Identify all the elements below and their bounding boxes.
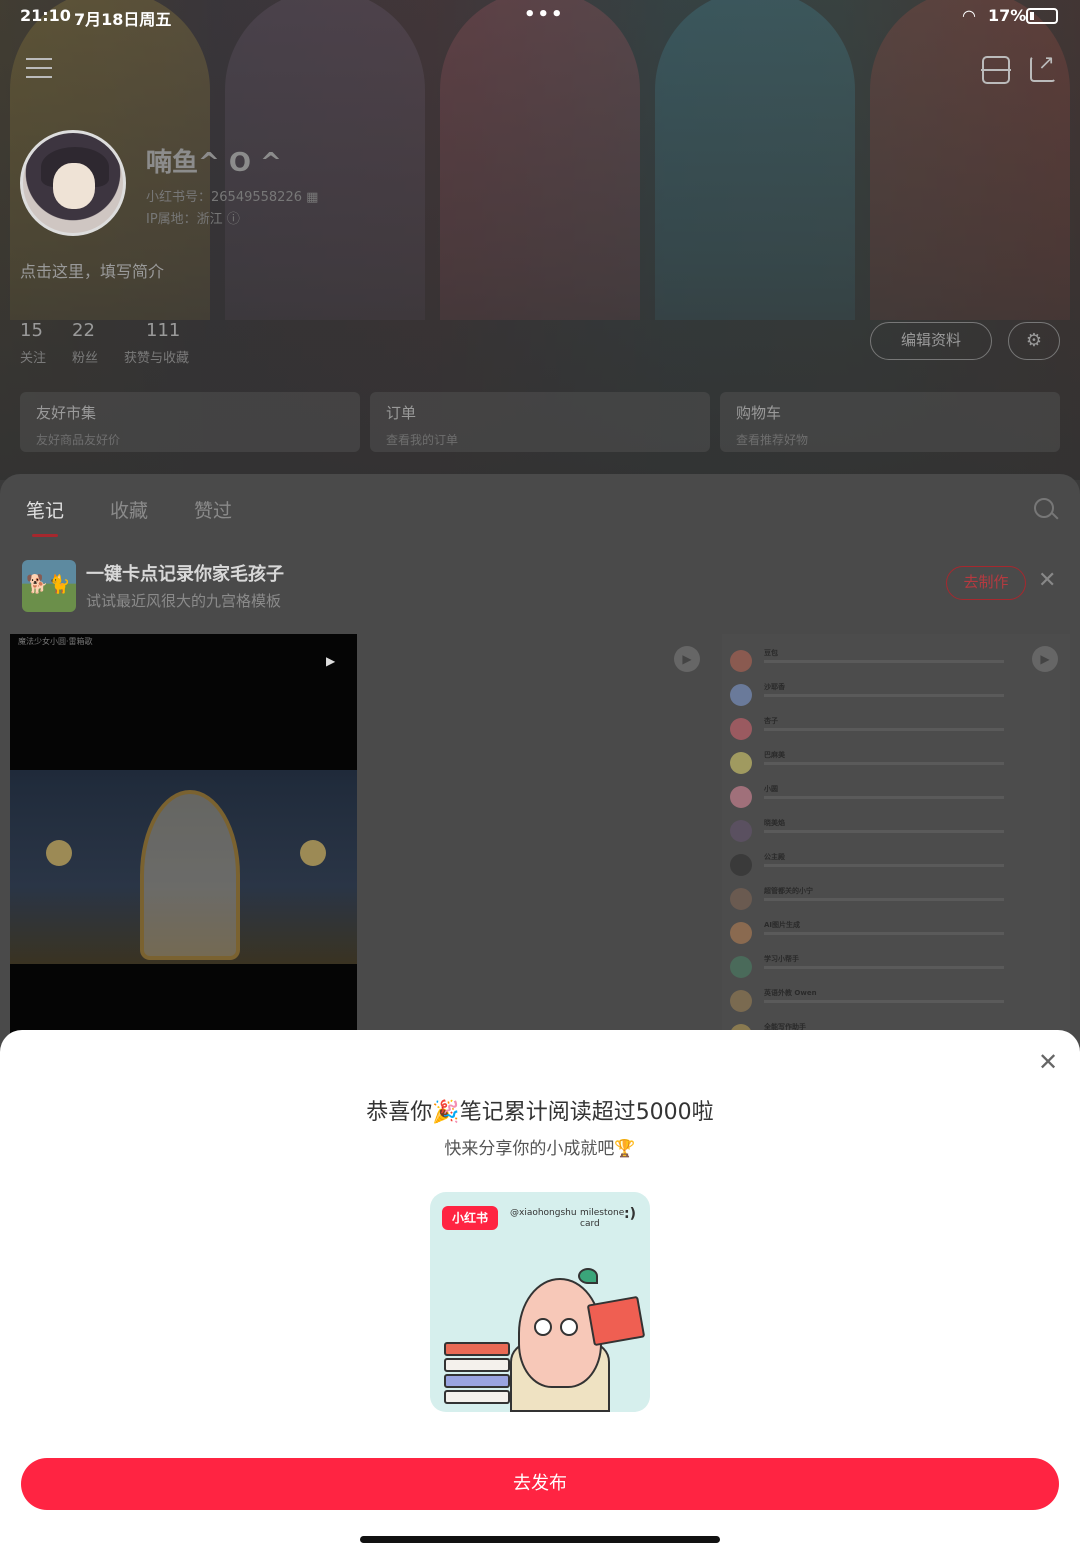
card-market[interactable]: 友好市集 友好商品友好价 [20, 392, 360, 452]
share-icon[interactable] [1030, 50, 1056, 82]
wifi-icon: ◠ [962, 6, 976, 25]
home-indicator [360, 1536, 720, 1543]
promo-title: 一键卡点记录你家毛孩子 [86, 564, 284, 585]
card-smile: :) [624, 1206, 636, 1222]
promo-banner[interactable]: 一键卡点记录你家毛孩子 试试最近风很大的九宫格模板 去制作 ✕ [0, 550, 1080, 630]
card-milestone-label: milestone card [580, 1208, 625, 1229]
qr-code-icon[interactable]: ▦ [306, 190, 318, 205]
info-icon[interactable]: ⓘ [227, 212, 240, 227]
menu-icon[interactable] [26, 58, 52, 80]
promo-subtitle: 试试最近风很大的九宫格模板 [86, 592, 282, 610]
sheet-title: 恭喜你🎉笔记累计阅读超过5000啦 [366, 1100, 714, 1125]
ip-location: IP属地：浙江 ⓘ [146, 212, 240, 227]
note-image [10, 770, 357, 964]
edit-profile-button[interactable]: 编辑资料 [870, 322, 992, 360]
promo-make-button[interactable]: 去制作 [946, 566, 1026, 600]
sheet-subtitle: 快来分享你的小成就吧🏆 [444, 1139, 636, 1159]
tab-liked[interactable]: 赞过 [194, 496, 232, 523]
card-cart[interactable]: 购物车 查看推荐好物 [720, 392, 1060, 452]
stat-followers[interactable]: 22 粉丝 [72, 320, 98, 366]
close-icon[interactable]: ✕ [1038, 568, 1056, 593]
status-bar: 21:10 7月18日周五 ••• ◠ 17% [0, 0, 1080, 32]
note-card-chat[interactable]: ▶ 豆包 沙耶香 杏子 巴麻美 小圆 晓美焰 公主殿 超管都关的小宁 AI图片生… [722, 634, 1070, 1046]
status-time: 21:10 [20, 6, 71, 25]
settings-gear-icon[interactable]: ⚙ [1008, 322, 1060, 360]
nickname: 喃鱼^ O ^ [146, 148, 282, 178]
milestone-sheet: ✕ 恭喜你🎉笔记累计阅读超过5000啦 快来分享你的小成就吧🏆 小红书 @xia… [0, 1030, 1080, 1554]
battery-icon [1026, 8, 1058, 24]
bio-placeholder[interactable]: 点击这里，填写简介 [20, 258, 164, 282]
xiaohongshu-logo: 小红书 [442, 1206, 498, 1230]
note-card-video[interactable]: 魔法少女小圆·雷箱歌 ▶ [10, 634, 357, 1034]
notes-grid: 魔法少女小圆·雷箱歌 ▶ ▶ ▶ 豆包 沙耶香 杏子 巴麻美 小圆 晓美焰 公主… [0, 632, 1080, 1046]
scan-icon[interactable] [981, 56, 1011, 84]
status-date: 7月18日周五 [74, 10, 172, 29]
play-icon: ▶ [326, 654, 336, 668]
note-header: 魔法少女小圆·雷箱歌 [18, 637, 93, 646]
promo-thumbnail [22, 560, 76, 612]
multitask-dots-icon[interactable]: ••• [524, 4, 565, 25]
tab-notes[interactable]: 笔记 [26, 496, 64, 537]
card-handle: @xiaohongshu [510, 1208, 577, 1218]
stat-likes-collects[interactable]: 111 获赞与收藏 [124, 320, 189, 366]
milestone-card-image: 小红书 @xiaohongshu milestone card :) [430, 1192, 650, 1412]
battery-percent: 17% [988, 6, 1027, 25]
search-icon[interactable] [1034, 498, 1054, 518]
card-orders[interactable]: 订单 查看我的订单 [370, 392, 710, 452]
tab-collections[interactable]: 收藏 [110, 496, 148, 523]
avatar[interactable] [20, 130, 126, 236]
redbook-id: 小红书号：26549558226 ▦ [146, 190, 319, 205]
publish-button[interactable]: 去发布 [21, 1458, 1059, 1510]
play-icon[interactable]: ▶ [674, 646, 700, 672]
profile-tabs: 笔记 收藏 赞过 [0, 474, 1080, 544]
close-icon[interactable]: ✕ [1038, 1048, 1058, 1076]
stat-following[interactable]: 15 关注 [20, 320, 46, 366]
